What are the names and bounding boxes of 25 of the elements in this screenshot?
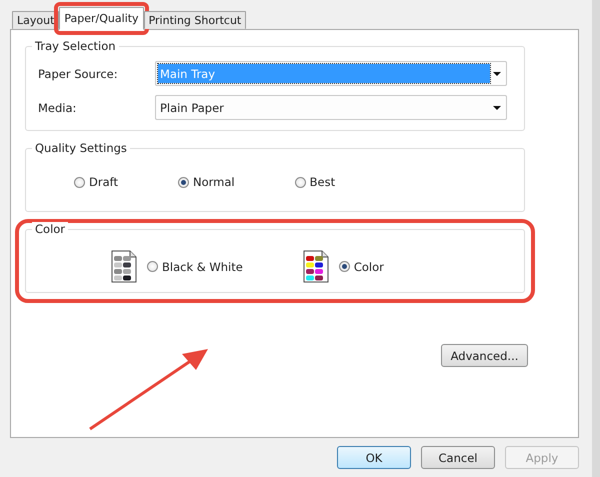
tab[interactable]: Printing Shortcut bbox=[144, 11, 246, 29]
radio-option[interactable]: Best bbox=[294, 175, 336, 189]
document-icon bbox=[111, 250, 137, 283]
advanced-button[interactable]: Advanced... bbox=[441, 344, 528, 367]
radio-button[interactable] bbox=[178, 176, 189, 188]
radio-button[interactable] bbox=[74, 176, 85, 188]
radio-option[interactable]: Black & White bbox=[147, 260, 243, 274]
radio-option[interactable]: Normal bbox=[178, 175, 235, 189]
field-label: Paper Source: bbox=[38, 66, 119, 80]
tab[interactable]: Layout bbox=[12, 11, 60, 29]
radio-button[interactable] bbox=[147, 261, 158, 272]
group-title: Color bbox=[32, 222, 68, 236]
dialog-button[interactable]: OK bbox=[337, 446, 411, 469]
radio-option[interactable]: Color bbox=[338, 260, 384, 274]
dialog-button[interactable]: Cancel bbox=[421, 446, 495, 469]
radio-button[interactable] bbox=[294, 176, 306, 188]
dropdown[interactable]: Plain Paper bbox=[155, 95, 507, 120]
field-label: Media: bbox=[38, 100, 78, 114]
dropdown-value: Main Tray bbox=[158, 64, 490, 83]
document-icon bbox=[302, 250, 329, 283]
dropdown-value: Plain Paper bbox=[159, 100, 225, 116]
group-title: Quality Settings bbox=[32, 141, 130, 155]
group-title: Tray Selection bbox=[32, 39, 119, 53]
radio-option[interactable]: Draft bbox=[74, 175, 118, 189]
radio-button[interactable] bbox=[338, 261, 350, 272]
